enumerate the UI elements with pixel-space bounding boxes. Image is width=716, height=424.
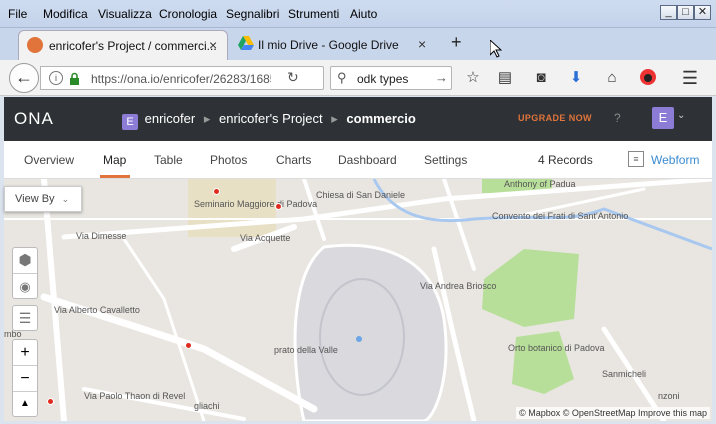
map-attribution[interactable]: © Mapbox © OpenStreetMap Improve this ma…: [516, 407, 710, 419]
webform-link[interactable]: Webform: [651, 153, 699, 167]
url-text: https://ona.io/enricofer/26283/1685: [91, 72, 271, 86]
new-tab-button[interactable]: +: [451, 32, 462, 53]
breadcrumb-form: commercio: [346, 111, 416, 126]
breadcrumb-user[interactable]: enricofer: [145, 111, 196, 126]
breadcrumb: E enricofer ▸ enricofer's Project ▸ comm…: [122, 111, 416, 130]
tab-charts[interactable]: Charts: [276, 153, 311, 167]
zoom-controls: + − ▲: [12, 339, 38, 417]
app-header: ONA E enricofer ▸ enricofer's Project ▸ …: [4, 97, 712, 141]
chevron-down-icon[interactable]: ⌄: [677, 110, 685, 121]
ona-favicon-icon: [27, 37, 43, 53]
layers-icon[interactable]: ☰: [12, 305, 38, 331]
map-label: Orto botanico di Padova: [508, 343, 605, 353]
tab-title: Il mio Drive - Google Drive: [258, 38, 399, 52]
map-label: Sanmicheli: [602, 369, 647, 379]
map-marker[interactable]: [275, 203, 282, 210]
ona-logo[interactable]: ONA: [14, 109, 54, 129]
menu-visualizza[interactable]: Visualizza: [98, 7, 152, 21]
map-label: gliachi: [194, 401, 220, 411]
tab-title: enricofer's Project / commerci...: [49, 39, 217, 53]
menu-file[interactable]: File: [8, 7, 27, 21]
tab-table[interactable]: Table: [154, 153, 183, 167]
active-tab-indicator: [100, 175, 130, 178]
search-bar[interactable]: ⚲ odk types →: [330, 66, 452, 90]
close-window-button[interactable]: ✕: [694, 5, 711, 20]
map-label: Via Acquette: [240, 233, 291, 243]
mouse-cursor-icon: [489, 38, 503, 61]
home-icon[interactable]: ⌂: [602, 68, 622, 88]
search-go-icon[interactable]: →: [435, 70, 448, 85]
webform-icon[interactable]: ≡: [628, 151, 644, 167]
search-icon: ⚲: [337, 70, 347, 85]
map-label: nzoni: [658, 391, 680, 401]
google-drive-icon: [238, 36, 254, 53]
tab-map[interactable]: Map: [103, 153, 126, 167]
bookmark-star-icon[interactable]: ☆: [463, 68, 483, 88]
upgrade-link[interactable]: UPGRADE NOW: [518, 113, 592, 123]
map-marker[interactable]: [185, 342, 192, 349]
tab-ona-project[interactable]: enricofer's Project / commerci... ×: [18, 30, 228, 60]
zoom-in-button[interactable]: +: [13, 340, 37, 366]
reading-list-icon[interactable]: ▤: [495, 68, 515, 88]
breadcrumb-project[interactable]: enricofer's Project: [219, 111, 323, 126]
menu-modifica[interactable]: Modifica: [43, 7, 88, 21]
map-marker[interactable]: [47, 398, 54, 405]
menu-strumenti[interactable]: Strumenti: [288, 7, 339, 21]
view-by-dropdown[interactable]: View By ⌄: [4, 186, 82, 212]
search-input[interactable]: odk types: [357, 72, 408, 86]
tab-dashboard[interactable]: Dashboard: [338, 153, 397, 167]
tab-photos[interactable]: Photos: [210, 153, 247, 167]
zoom-out-button[interactable]: −: [13, 366, 37, 392]
map-label: Chiesa di San Daniele: [316, 190, 406, 200]
compass-north-icon[interactable]: ▲: [13, 392, 37, 416]
close-tab-icon[interactable]: ×: [418, 36, 426, 52]
map-label: prato della Valle: [274, 345, 338, 355]
view-by-label: View By: [15, 193, 55, 205]
polygon-tool-icon[interactable]: ⬢: [13, 248, 37, 274]
map-label: Via Andrea Briosco: [420, 281, 497, 291]
map-label: Via Dimesse: [76, 231, 127, 241]
tab-overview[interactable]: Overview: [24, 153, 74, 167]
map-draw-controls: ⬢ ◉: [12, 247, 38, 299]
map-marker[interactable]: [213, 188, 220, 195]
map-label: Convento dei Frati di Sant'Antonio: [492, 211, 629, 221]
user-badge: E: [122, 114, 138, 130]
records-count: 4 Records: [538, 153, 593, 167]
minimize-button[interactable]: _: [660, 5, 677, 20]
download-icon[interactable]: ⬇: [566, 68, 586, 88]
account-avatar[interactable]: E: [652, 107, 674, 129]
menu-bar: File Modifica Visualizza Cronologia Segn…: [0, 0, 716, 28]
menu-cronologia[interactable]: Cronologia: [159, 7, 217, 21]
address-bar[interactable]: i https://ona.io/enricofer/26283/1685 ↻: [40, 66, 324, 90]
hamburger-menu-icon[interactable]: ☰: [680, 68, 700, 88]
map-label: Seminario Maggiore di Padova: [194, 199, 318, 209]
map-label: Via Paolo Thaon di Revel: [84, 391, 186, 401]
back-button[interactable]: ←: [9, 63, 39, 93]
close-tab-icon[interactable]: ×: [209, 37, 217, 53]
chevron-down-icon: ⌄: [61, 194, 70, 204]
menu-segnalibri[interactable]: Segnalibri: [226, 7, 279, 21]
map-label: Anthony of Padua: [504, 179, 576, 189]
menu-aiuto[interactable]: Aiuto: [350, 7, 377, 21]
breadcrumb-separator: ▸: [203, 111, 211, 126]
map-view[interactable]: Seminario Maggiore di Padova Chiesa di S…: [4, 179, 712, 421]
lock-icon: [69, 72, 80, 88]
pocket-icon[interactable]: ◙: [531, 68, 551, 88]
extension-icon[interactable]: [638, 68, 658, 88]
maximize-button[interactable]: □: [677, 5, 694, 20]
reload-icon[interactable]: ↻: [287, 69, 299, 86]
map-label: Via Alberto Cavalletto: [54, 305, 140, 315]
marker-tool-icon[interactable]: ◉: [13, 274, 37, 299]
info-icon[interactable]: i: [49, 71, 63, 85]
project-tabs: Overview Map Table Photos Charts Dashboa…: [4, 141, 712, 179]
tab-google-drive[interactable]: Il mio Drive - Google Drive ×: [232, 30, 438, 60]
breadcrumb-separator: ▸: [331, 111, 338, 126]
help-icon[interactable]: ?: [614, 111, 621, 125]
tab-settings[interactable]: Settings: [424, 153, 467, 167]
